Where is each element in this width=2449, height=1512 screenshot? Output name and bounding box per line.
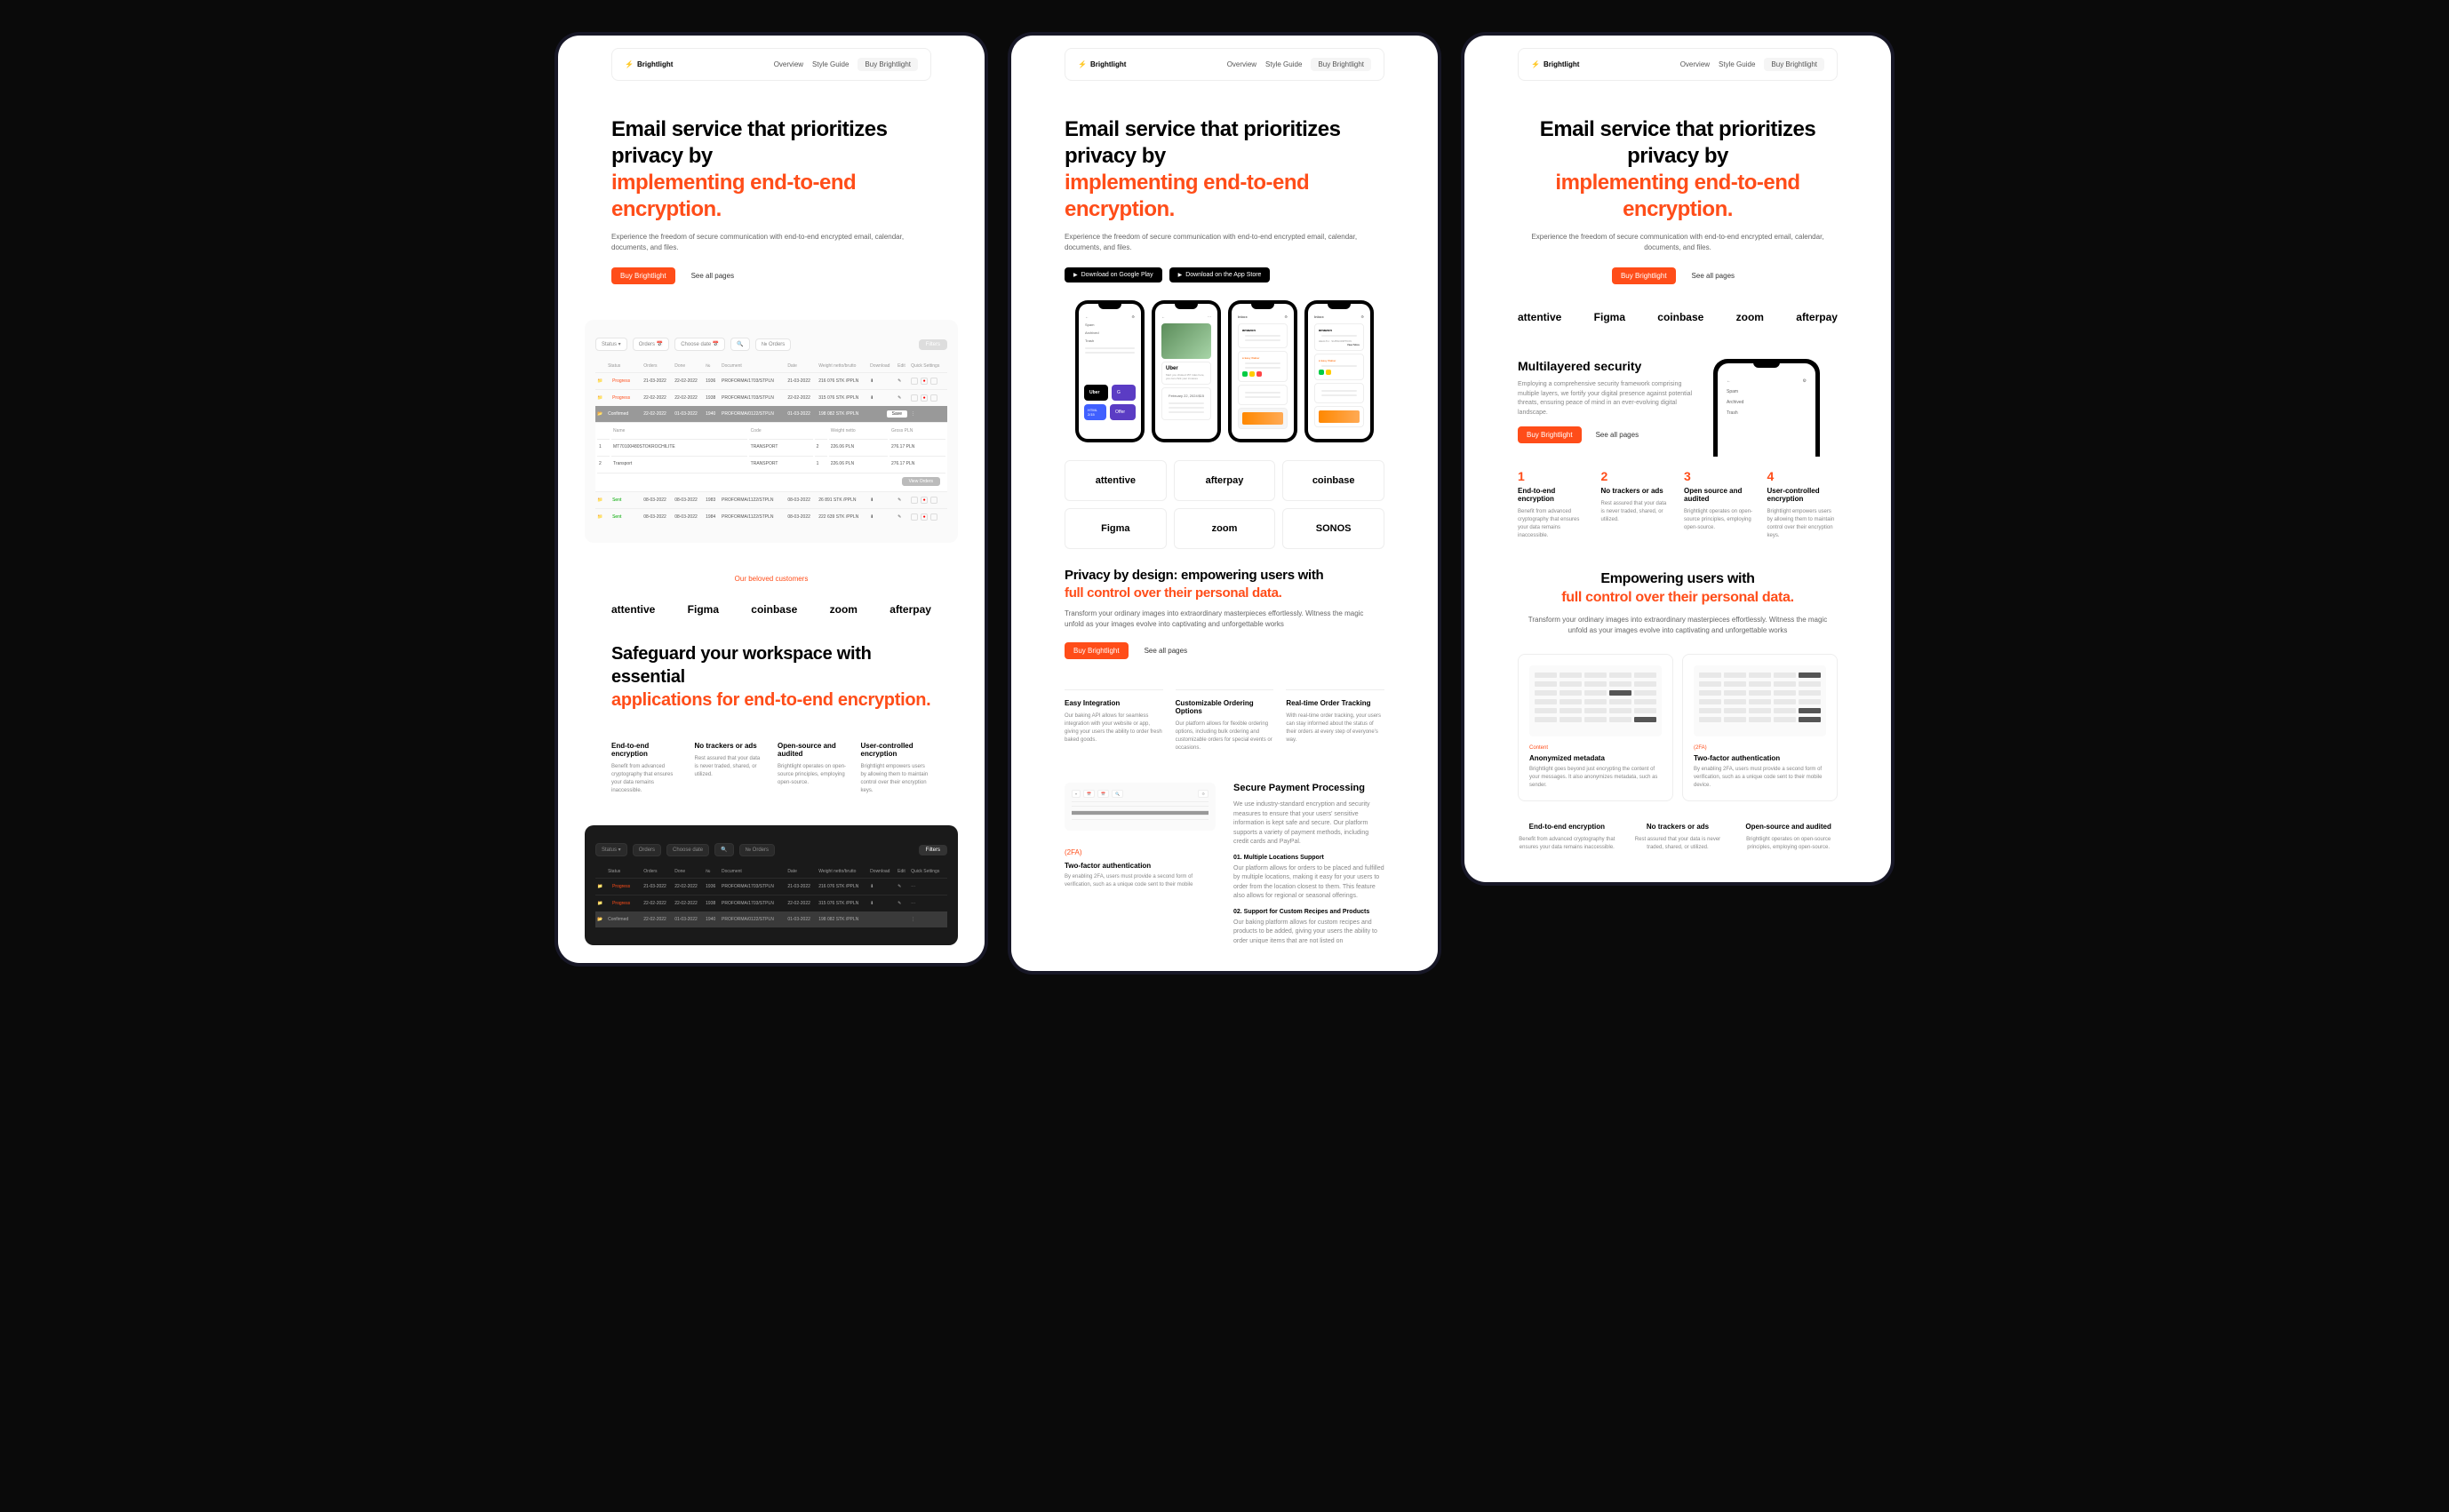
features-3col: Easy IntegrationOur baking API allows fo… <box>1011 677 1438 765</box>
logo-attentive: attentive <box>611 603 655 616</box>
hero-cta[interactable]: Buy Brightlight <box>611 267 675 284</box>
hero-secondary[interactable]: See all pages <box>682 267 743 284</box>
filter-search[interactable]: 🔍 <box>730 338 749 351</box>
multilayered-section: Multilayered security Employing a compre… <box>1464 359 1891 457</box>
secure-payment-section: ▾📅📅🔍⚙ (2FA) Two-factor authentication By… <box>1011 765 1438 971</box>
logo-coinbase: coinbase <box>751 603 797 616</box>
privacy-section: Privacy by design: empowering users with… <box>1011 549 1438 677</box>
safeguard-section: Safeguard your workspace with essentiala… <box>558 625 985 729</box>
logo-row: attentive Figma coinbase zoom afterpay <box>558 594 985 625</box>
features-3col-center: End-to-end encryptionBenefit from advanc… <box>1464 801 1891 864</box>
variant-2: ⚡Brightlight Overview Style Guide Buy Br… <box>1011 36 1438 971</box>
dashboard-light: Status ▾ Orders 📅 Choose date 📅 🔍 № Orde… <box>585 320 958 543</box>
dashboard-dark: Status ▾ Orders Choose date 🔍 № Orders F… <box>585 825 958 945</box>
table-row[interactable]: 📁Progress22-02-202222-02-20221938PROFORM… <box>595 390 947 407</box>
logo-afterpay: afterpay <box>889 603 931 616</box>
table-row[interactable]: 📁Progress21-03-202222-02-20221936PROFORM… <box>595 373 947 390</box>
filter-num[interactable]: № Orders <box>755 338 791 351</box>
variant-3: ⚡Brightlight Overview Style Guide Buy Br… <box>1464 36 1891 882</box>
filter-status[interactable]: Status ▾ <box>595 338 627 351</box>
hero-title: Email service that prioritizes privacy b… <box>611 116 931 223</box>
filter-date[interactable]: Choose date 📅 <box>674 338 725 351</box>
variant-1: ⚡Brightlight Overview Style Guide Buy Br… <box>558 36 985 963</box>
brand[interactable]: ⚡Brightlight <box>625 60 673 68</box>
two-cards: Content Anonymized metadata Brightlight … <box>1464 654 1891 801</box>
customers-label: Our beloved customers <box>735 575 809 583</box>
nav-styleguide[interactable]: Style Guide <box>812 60 849 68</box>
logo-zoom: zoom <box>830 603 858 616</box>
table-row[interactable]: 📁Sent08-03-202208-03-20221983PROFORMA/11… <box>595 492 947 509</box>
navbar: ⚡Brightlight Overview Style Guide Buy Br… <box>1518 48 1838 81</box>
logo-figma: Figma <box>688 603 719 616</box>
hero-sub: Experience the freedom of secure communi… <box>611 232 931 253</box>
filters-btn[interactable]: Filters <box>919 339 947 350</box>
features-numbered: 1End-to-end encryptionBenefit from advan… <box>1464 457 1891 553</box>
table-row[interactable]: 📁Sent08-03-202208-03-20221984PROFORMA/11… <box>595 509 947 526</box>
navbar: ⚡Brightlight Overview Style Guide Buy Br… <box>1065 48 1384 81</box>
orders-table: StatusOrdersDone№DocumentDateWeight nett… <box>595 360 947 525</box>
filter-orders[interactable]: Orders 📅 <box>633 338 669 351</box>
phone-half-mockup: ←⚙ Spam Archived Trash <box>1713 359 1820 457</box>
nav-cta[interactable]: Buy Brightlight <box>858 58 918 71</box>
empower-section: Empowering users withfull control over t… <box>1464 553 1891 654</box>
table-row-expanded[interactable]: 📂Confirmed22-02-202201-03-20221940PROFOR… <box>595 406 947 423</box>
hero: Email service that prioritizes privacy b… <box>1011 81 1438 300</box>
download-apple[interactable]: Download on the App Store <box>1169 267 1271 283</box>
phone-mockups: ←⚙ Spam Archived Trash UberG HTML 2/15Of… <box>1011 300 1438 442</box>
navbar: ⚡Brightlight Overview Style Guide Buy Br… <box>611 48 931 81</box>
logo-grid: attentive afterpay coinbase Figma zoom S… <box>1011 460 1438 549</box>
nav-overview[interactable]: Overview <box>774 60 803 68</box>
hero-centered: Email service that prioritizes privacy b… <box>1464 81 1891 302</box>
features-4col: End-to-end encryptionBenefit from advanc… <box>558 729 985 808</box>
view-orders-btn[interactable]: View Orders <box>902 477 940 486</box>
download-google[interactable]: Download on Google Play <box>1065 267 1162 283</box>
logo-row: attentiveFigmacoinbasezoomafterpay <box>1464 302 1891 332</box>
hero: Email service that prioritizes privacy b… <box>558 81 985 302</box>
